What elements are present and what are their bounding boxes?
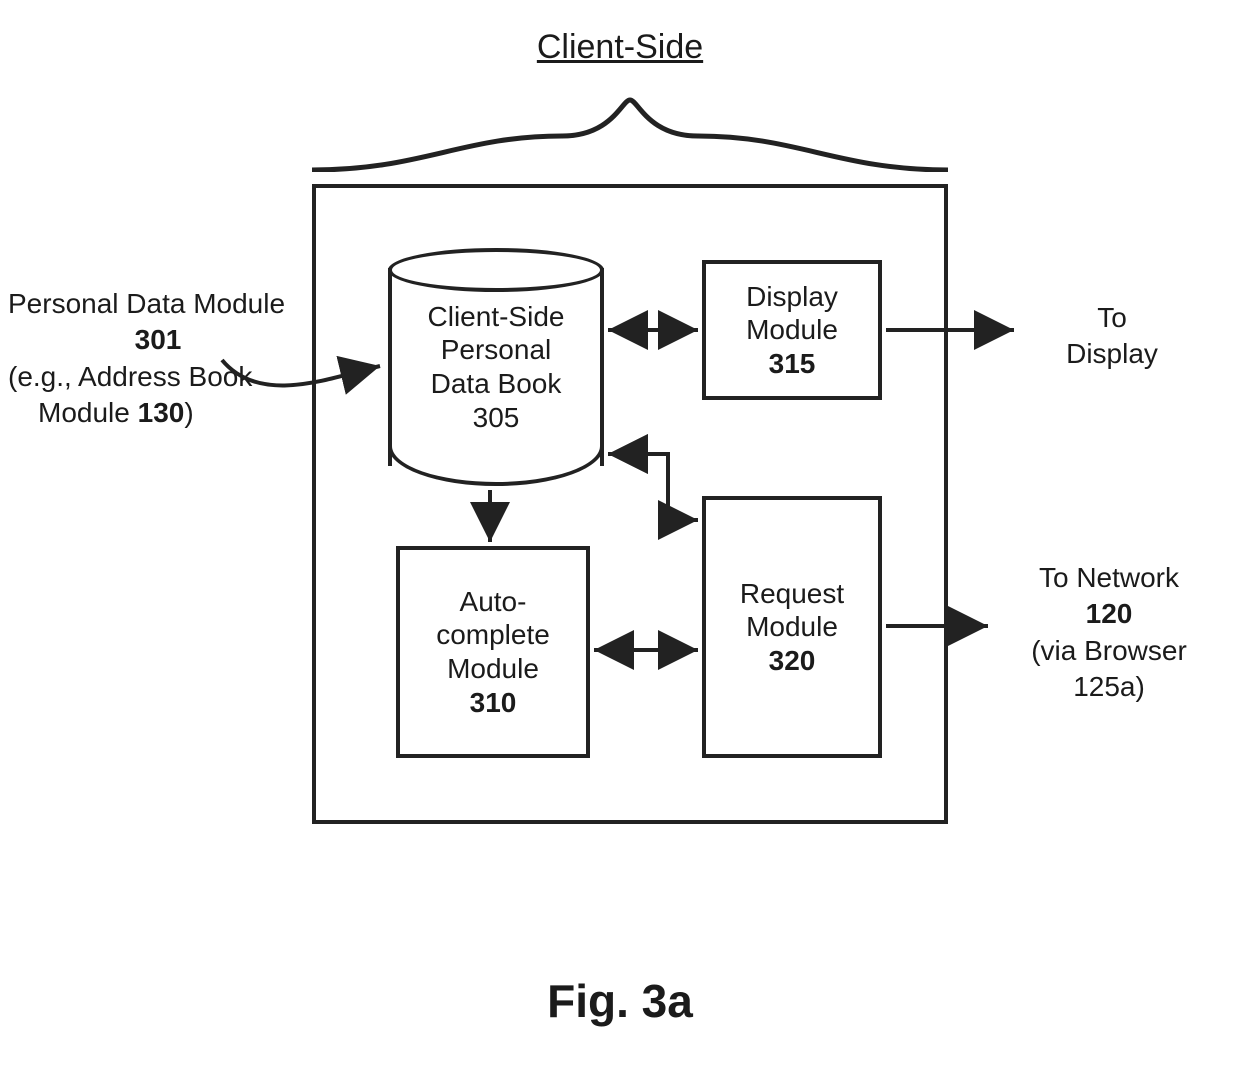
- request-module-box: Request Module 320: [702, 496, 882, 758]
- autocomplete-module-box: Auto- complete Module 310: [396, 546, 590, 758]
- to-display-label: To Display: [1022, 300, 1202, 373]
- to-net-line3: 125a): [994, 669, 1224, 705]
- pdm-line2a: (e.g., Address Book: [8, 361, 252, 392]
- pdm-line2c: ): [184, 397, 193, 428]
- request-module-line1: Request: [740, 577, 844, 611]
- pdm-num: 301: [135, 324, 182, 355]
- figure-caption: Fig. 3a: [0, 974, 1240, 1028]
- pdm-num2: 130: [138, 397, 185, 428]
- to-display-line1: To: [1022, 300, 1202, 336]
- to-network-label: To Network 120 (via Browser 125a): [994, 560, 1224, 706]
- to-display-line2: Display: [1022, 336, 1202, 372]
- data-book-line3: Data Book: [431, 367, 562, 401]
- data-book-line1: Client-Side: [428, 300, 565, 334]
- autocomplete-line1: Auto-: [460, 585, 527, 619]
- request-module-line2: Module: [746, 610, 838, 644]
- autocomplete-line3: Module: [447, 652, 539, 686]
- display-module-box: Display Module 315: [702, 260, 882, 400]
- diagram-stage: Client-Side Client-Side Personal Data Bo…: [0, 0, 1240, 1088]
- personal-data-module-label: Personal Data Module 301 (e.g., Address …: [8, 286, 308, 432]
- autocomplete-number: 310: [470, 686, 517, 720]
- data-book-cylinder: Client-Side Personal Data Book 305: [388, 248, 604, 486]
- display-module-number: 315: [769, 347, 816, 381]
- autocomplete-line2: complete: [436, 618, 550, 652]
- pdm-line2b: Module: [38, 397, 138, 428]
- data-book-line2: Personal: [441, 333, 552, 367]
- to-net-line1: To Network: [1039, 562, 1179, 593]
- to-net-line2: (via Browser: [994, 633, 1224, 669]
- brace-icon: [312, 92, 948, 172]
- request-module-number: 320: [769, 644, 816, 678]
- to-net-num: 120: [1086, 598, 1133, 629]
- data-book-number: 305: [473, 401, 520, 435]
- display-module-line2: Module: [746, 313, 838, 347]
- section-title: Client-Side: [0, 28, 1240, 67]
- pdm-line1: Personal Data Module: [8, 286, 308, 322]
- display-module-line1: Display: [746, 280, 838, 314]
